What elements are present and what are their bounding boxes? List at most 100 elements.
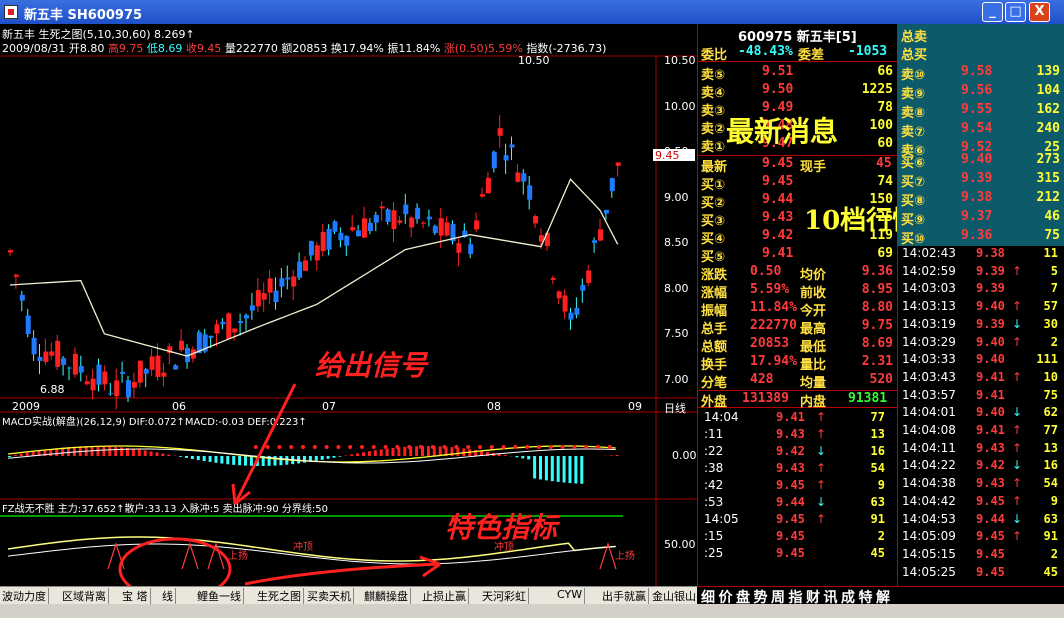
outer-inner-row: 外盘 131389 内盘 91381 (698, 390, 897, 410)
indicator-tab[interactable]: CYW (555, 588, 586, 604)
ten-level-sell-row[interactable]: 卖⑦ 9.54 240 (897, 121, 1064, 140)
tick-row[interactable]: :42 9.45 ↑ 9 (698, 478, 897, 496)
stat-row: 总额 20853 最低 8.69 (701, 336, 893, 355)
ten-level-buy-row[interactable]: 买⑩ 9.36 75 (897, 228, 1064, 247)
trade-row[interactable]: 14:03:13 9.40 ↑ 57 (898, 299, 1064, 317)
right-panel-tabs: 细价盘势周指财讯成特解 (697, 586, 1064, 606)
trade-row[interactable]: 14:03:19 9.39 ↓ 30 (898, 317, 1064, 335)
trade-row[interactable]: 14:02:43 9.38 11 (898, 246, 1064, 264)
trade-row[interactable]: 14:03:29 9.40 ↑ 2 (898, 335, 1064, 353)
tick-row[interactable]: :11 9.43 ↑ 13 (698, 427, 897, 445)
indicator-tab[interactable]: 线 (160, 588, 176, 604)
price-axis-label: 7.50 (664, 327, 689, 340)
ten-level-panel: 总卖 总买 卖⑩ 9.58 139 卖⑨ 9.56 104 卖⑧ 9.55 162 卖⑦ 9.54 2… (897, 24, 1064, 247)
price-axis-label: 10.50 (664, 54, 696, 67)
time-axis-label: 07 (322, 400, 336, 413)
time-axis-label: 06 (172, 400, 186, 413)
indicator-tab[interactable]: 天河彩虹 (480, 588, 529, 604)
sell-level-row[interactable]: 卖⑤ 9.51 66 (698, 64, 897, 83)
trade-row[interactable]: 14:05:15 9.45 2 (898, 547, 1064, 565)
tick-row[interactable]: 14:05 9.45 ↑ 91 (698, 512, 897, 530)
macd-header: MACD实战(解盘)(26,12,9) DIF:0.072↑MACD:-0.03… (2, 417, 307, 428)
ten-level-sell-row[interactable]: 卖⑧ 9.55 162 (897, 102, 1064, 121)
stock-code-name: 600975 新五丰[5] (738, 30, 857, 45)
price-axis-label: 8.50 (664, 236, 689, 249)
indicator-tab[interactable]: 买卖天机 (305, 588, 354, 604)
tick-row[interactable]: 14:04 9.41 ↑ 77 (698, 410, 897, 428)
trade-row[interactable]: 14:02:59 9.39 ↑ 5 (898, 264, 1064, 282)
trade-detail-panel[interactable]: 14:02:43 9.38 11 14:02:59 9.39 ↑ 5 14:03:03 9.39… (897, 246, 1064, 586)
price-axis-label: 10.00 (664, 99, 696, 113)
chart-area[interactable]: 新五丰 生死之图(5,10,30,60) 8.269↑ 2009/08/31 开… (0, 24, 697, 586)
time-axis-label: 08 (487, 400, 501, 413)
indicator-tab[interactable]: 鲤鱼一线 (195, 588, 244, 604)
indicator-tab[interactable]: 波动力度 (0, 588, 49, 604)
quote-panel: 600975 新五丰[5] 委比 -48.43% 委差 -1053 卖⑤ 9.51… (697, 24, 918, 586)
trade-row[interactable]: 14:03:33 9.40 111 (898, 352, 1064, 370)
trade-row[interactable]: 14:03:43 9.41 ↑ 10 (898, 370, 1064, 388)
indicator-tab[interactable]: 生死之图 (255, 588, 304, 604)
trade-row[interactable]: 14:03:57 9.41 75 (898, 388, 1064, 406)
tick-row[interactable]: :22 9.42 ↓ 16 (698, 444, 897, 462)
minimize-button[interactable]: _ (982, 2, 1003, 22)
tick-row[interactable]: :25 9.45 45 (698, 546, 897, 564)
close-button[interactable]: X (1029, 2, 1050, 22)
fz-label-rise-2: 上扬 (615, 551, 635, 562)
tick-row[interactable]: :38 9.43 ↑ 54 (698, 461, 897, 479)
status-bar (0, 604, 1064, 618)
current-price-tag: 9.45 (655, 149, 680, 162)
trade-row[interactable]: 14:05:09 9.45 ↑ 91 (898, 529, 1064, 547)
indicator-tab[interactable]: 出手就赢 (600, 588, 649, 604)
app-icon (4, 5, 18, 19)
trade-row[interactable]: 14:04:38 9.43 ↑ 54 (898, 476, 1064, 494)
fz-header: FZ战无不胜 主力:37.652↑散户:33.13 入脉冲:5 卖出脉冲:90 … (2, 504, 328, 515)
ten-level-sell-row[interactable]: 卖⑩ 9.58 139 (897, 64, 1064, 83)
maximize-button[interactable]: □ (1005, 2, 1026, 22)
trade-row[interactable]: 14:04:42 9.45 ↑ 9 (898, 494, 1064, 512)
low-label: 6.88 (40, 383, 65, 396)
price-axis-label: 8.00 (664, 281, 689, 295)
sell-level-row[interactable]: 卖④ 9.50 1225 (698, 82, 897, 101)
ten-level-buy-row[interactable]: 买⑧ 9.38 212 (897, 190, 1064, 209)
indicator-tab[interactable]: 金山银山 (650, 588, 699, 604)
indicator-tab[interactable]: 麒麟操盘 (362, 588, 411, 604)
indicator-tab[interactable]: 宝 塔 (120, 588, 151, 604)
latest-row: 最新 9.45 现手 45 (698, 155, 897, 175)
stat-row: 振幅 11.84% 今开 8.80 (701, 300, 893, 319)
ten-level-sell-row[interactable]: 卖⑨ 9.56 104 (897, 83, 1064, 102)
trade-row[interactable]: 14:04:08 9.41 ↑ 77 (898, 423, 1064, 441)
tick-row[interactable]: :15 9.45 2 (698, 529, 897, 547)
total-sell-row: 总卖 (901, 30, 928, 45)
tick-row[interactable]: :53 9.44 ↓ 63 (698, 495, 897, 513)
buy-level-row[interactable]: 买① 9.45 74 (698, 174, 897, 193)
stat-row: 涨幅 5.59% 前收 8.95 (701, 282, 893, 301)
annotation-latest-news: 最新消息 (726, 115, 839, 148)
ten-level-buy-row[interactable]: 买⑨ 9.37 46 (897, 209, 1064, 228)
stat-row: 涨跌 0.50 均价 9.36 (701, 264, 893, 283)
trade-row[interactable]: 14:05:25 9.45 45 (898, 565, 1064, 583)
stat-row: 分笔 428 均量 520 (701, 372, 893, 391)
price-axis-label: 9.00 (664, 190, 689, 204)
fz-label-top: 冲顶 (293, 542, 313, 553)
price-axis-label: 7.00 (664, 372, 689, 386)
indicator-tab-bar: 波动力度 区域背离宝 塔线 鲤鱼一线 生死之图 买卖天机 麒麟操盘 止损止赢 天河彩虹 CYW 出… (0, 586, 699, 604)
stat-row: 换手 17.94% 量比 2.31 (701, 354, 893, 373)
ten-level-buy-row[interactable]: 买⑦ 9.39 315 (897, 171, 1064, 190)
window-title: 新五丰 SH600975 (24, 8, 143, 23)
buy-level-row[interactable]: 买⑤ 9.41 69 (698, 246, 897, 265)
trade-row[interactable]: 14:04:01 9.40 ↓ 62 (898, 405, 1064, 423)
total-buy-row: 总买 (901, 48, 928, 63)
annotation-special-indicator: 特色指标 (445, 511, 558, 544)
fz-axis-50: 50.00 (664, 538, 696, 551)
trade-row[interactable]: 14:04:22 9.42 ↓ 16 (898, 458, 1064, 476)
ten-level-buy-row[interactable]: 买⑥ 9.40 273 (897, 152, 1064, 171)
title-bar: 新五丰 SH600975 _ □ X (0, 0, 1064, 24)
indicator-tab[interactable]: 区域背离 (60, 588, 109, 604)
time-axis-label: 09 (628, 400, 642, 413)
trade-row[interactable]: 14:03:03 9.39 7 (898, 281, 1064, 299)
trade-row[interactable]: 14:04:11 9.43 ↑ 13 (898, 441, 1064, 459)
period-label: 日线 (664, 402, 686, 415)
indicator-tab[interactable]: 止损止赢 (420, 588, 469, 604)
trade-row[interactable]: 14:04:53 9.44 ↓ 63 (898, 512, 1064, 530)
time-axis-label: 2009 (12, 400, 40, 413)
